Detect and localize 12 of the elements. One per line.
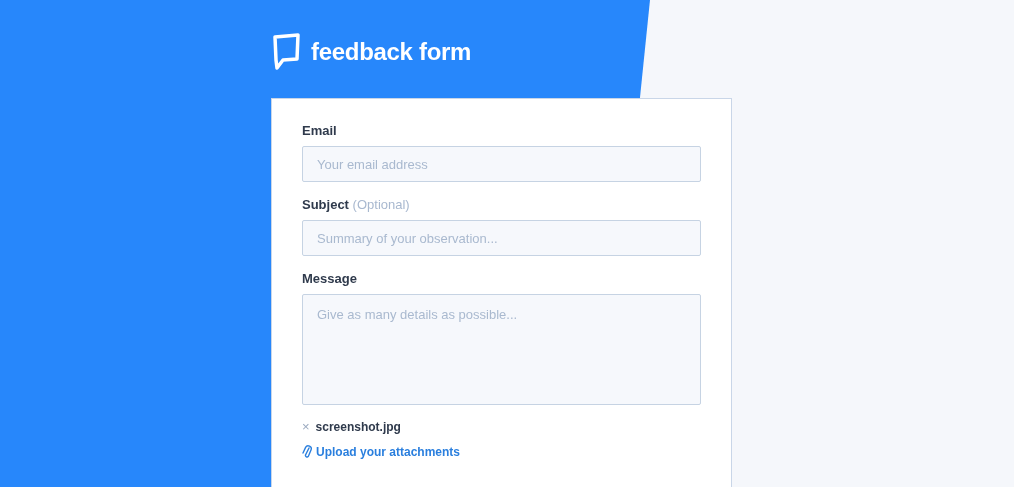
remove-button[interactable]: ×	[302, 419, 310, 434]
field-label: Message	[302, 271, 358, 286]
message-field[interactable]: Give as many details as possible...	[302, 294, 701, 405]
attachment-name: screenshot.jpg	[315, 419, 401, 434]
input-field[interactable]: Summary of your observation...	[302, 220, 701, 256]
app-title: feedback form	[311, 38, 472, 66]
paperclip-icon	[302, 444, 312, 459]
upload-link[interactable]: Upload your attachments	[302, 444, 461, 459]
field-label: Subject (Optional)	[302, 197, 411, 212]
speech-bubble-icon	[271, 33, 301, 71]
field-label: Email	[302, 123, 338, 138]
input-field[interactable]: Your email address	[302, 146, 701, 182]
